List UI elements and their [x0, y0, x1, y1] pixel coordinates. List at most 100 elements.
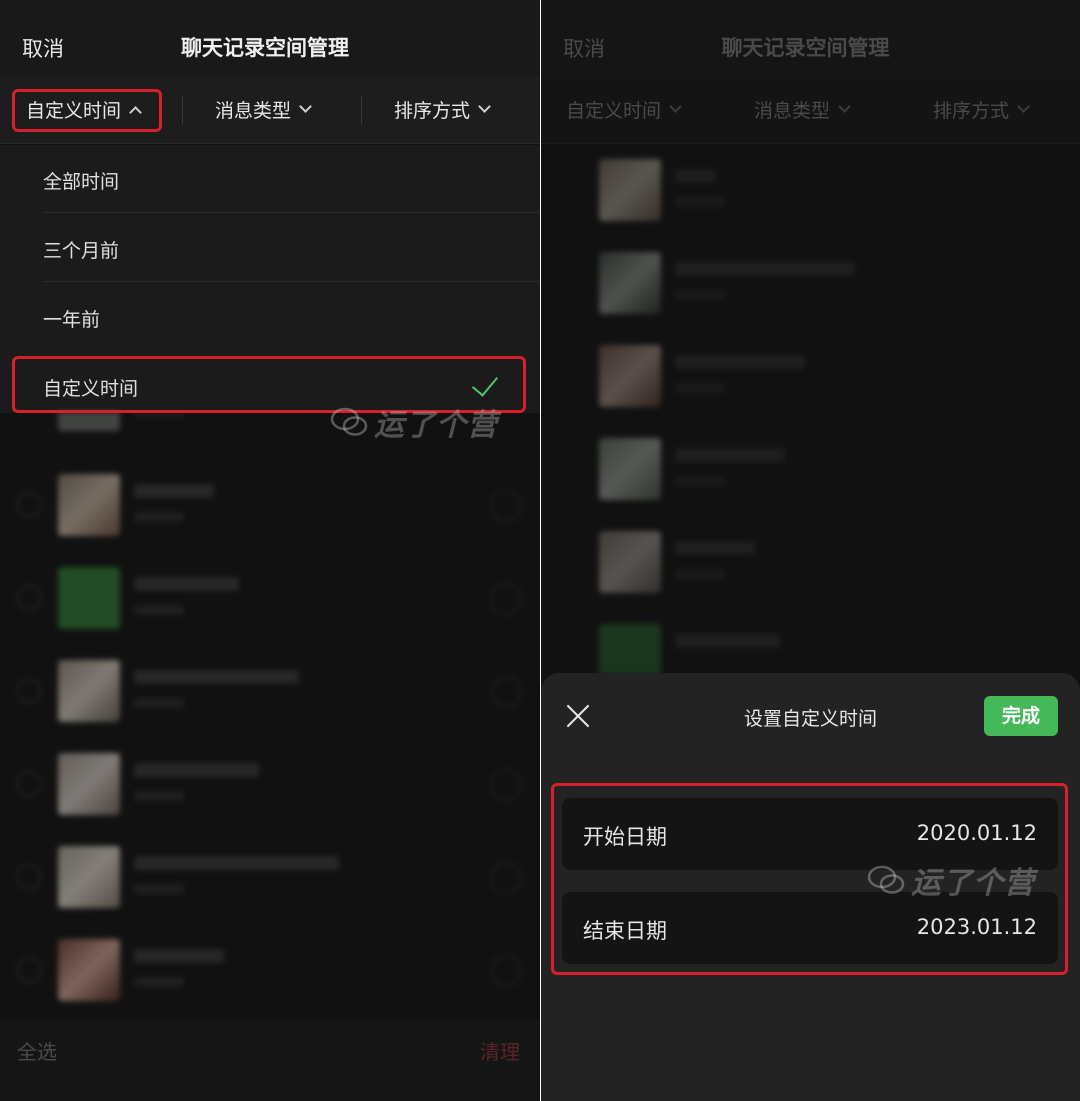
filter-sort-label: 排序方式 — [933, 100, 1010, 122]
text-placeholder — [134, 512, 184, 522]
thumbnail — [599, 624, 661, 675]
filter-type[interactable]: 消息类型 — [215, 96, 312, 123]
chat-list-blurred — [0, 412, 540, 1022]
text-placeholder — [134, 949, 224, 963]
filter-divider — [361, 96, 362, 124]
list-item — [541, 612, 1080, 675]
text-placeholder — [134, 791, 184, 801]
chat-list-blurred — [541, 145, 1080, 675]
text-placeholder — [675, 290, 725, 300]
header: 取消 聊天记录空间管理 — [0, 0, 540, 76]
filter-sort-label: 排序方式 — [394, 100, 471, 122]
circle-icon — [490, 769, 522, 801]
thumbnail — [599, 252, 661, 314]
dropdown-item-one-year[interactable]: 一年前 — [0, 283, 540, 351]
text-placeholder — [134, 577, 239, 591]
dropdown-item-label: 一年前 — [43, 309, 101, 331]
page-title: 聊天记录空间管理 — [721, 36, 890, 60]
text-placeholder — [675, 169, 715, 183]
filter-bar: 自定义时间 消息类型 排序方式 — [541, 76, 1080, 144]
custom-time-sheet: 设置自定义时间 完成 开始日期 2020.01.12 结束日期 2023.01.… — [541, 673, 1080, 1101]
thumbnail — [599, 159, 661, 221]
list-item — [0, 648, 540, 741]
filter-sort[interactable]: 排序方式 — [933, 96, 1030, 123]
thumbnail — [599, 531, 661, 593]
list-item — [0, 741, 540, 834]
list-item — [541, 147, 1080, 240]
thumbnail — [58, 474, 120, 536]
circle-icon — [490, 583, 522, 615]
text-placeholder — [675, 448, 785, 462]
chevron-down-icon — [838, 100, 851, 113]
filter-sort[interactable]: 排序方式 — [394, 96, 491, 123]
list-item — [0, 927, 540, 1020]
watermark-text: 运了个营 — [911, 866, 1035, 901]
thumbnail — [58, 753, 120, 815]
thumbnail — [58, 939, 120, 1001]
watermark-text: 运了个营 — [374, 408, 498, 443]
text-placeholder — [675, 541, 755, 555]
page-title: 聊天记录空间管理 — [181, 36, 349, 60]
thumbnail — [58, 567, 120, 629]
dropdown-item-label: 全部时间 — [43, 171, 120, 193]
filter-time[interactable]: 自定义时间 — [566, 96, 682, 123]
dropdown-item-label: 三个月前 — [43, 240, 120, 262]
divider — [43, 212, 540, 213]
text-placeholder — [675, 262, 855, 276]
left-screen: 取消 聊天记录空间管理 自定义时间 消息类型 排序方式 全部时间 三个月前 一年… — [0, 0, 540, 1101]
done-button[interactable]: 完成 — [984, 696, 1058, 736]
thumbnail — [599, 345, 661, 407]
radio-icon — [16, 678, 42, 704]
thumbnail — [599, 438, 661, 500]
radio-icon — [16, 492, 42, 518]
filter-type-label: 消息类型 — [215, 100, 292, 122]
thumbnail — [58, 660, 120, 722]
filter-divider — [182, 96, 183, 124]
thumbnail — [58, 412, 120, 431]
radio-icon — [16, 957, 42, 983]
right-screen: 取消 聊天记录空间管理 自定义时间 消息类型 排序方式 设置自定义时间 完成 开… — [541, 0, 1080, 1101]
circle-icon — [490, 676, 522, 708]
circle-icon — [490, 490, 522, 522]
filter-type[interactable]: 消息类型 — [754, 96, 851, 123]
chat-bubble-icon — [330, 407, 368, 436]
text-placeholder — [675, 355, 805, 369]
text-placeholder — [134, 884, 184, 894]
list-item — [541, 240, 1080, 333]
clear-button[interactable]: 清理 — [480, 1036, 520, 1065]
text-placeholder — [134, 605, 184, 615]
chevron-down-icon — [478, 100, 491, 113]
thumbnail — [58, 846, 120, 908]
text-placeholder — [675, 383, 725, 393]
select-all-button[interactable]: 全选 — [17, 1036, 57, 1065]
list-item — [541, 426, 1080, 519]
text-placeholder — [134, 977, 184, 987]
dropdown-item-three-months[interactable]: 三个月前 — [0, 214, 540, 282]
header: 取消 聊天记录空间管理 — [541, 0, 1080, 76]
radio-icon — [16, 585, 42, 611]
list-item — [0, 834, 540, 927]
list-item — [541, 333, 1080, 426]
chevron-down-icon — [1017, 100, 1030, 113]
dropdown-item-all-time[interactable]: 全部时间 — [0, 145, 540, 213]
divider — [43, 281, 540, 282]
text-placeholder — [134, 856, 339, 870]
list-item — [541, 519, 1080, 612]
highlight-box — [12, 89, 162, 132]
circle-icon — [490, 955, 522, 987]
list-item — [0, 462, 540, 555]
radio-icon — [16, 864, 42, 890]
radio-icon — [16, 771, 42, 797]
watermark: 运了个营 — [867, 858, 1035, 902]
chevron-down-icon — [669, 100, 682, 113]
circle-icon — [490, 862, 522, 894]
text-placeholder — [134, 763, 259, 777]
chat-bubble-icon — [867, 865, 905, 894]
text-placeholder — [675, 569, 725, 579]
text-placeholder — [134, 484, 214, 498]
list-item — [0, 555, 540, 648]
text-placeholder — [675, 634, 780, 648]
chevron-down-icon — [299, 100, 312, 113]
text-placeholder — [675, 197, 725, 207]
filter-type-label: 消息类型 — [754, 100, 831, 122]
